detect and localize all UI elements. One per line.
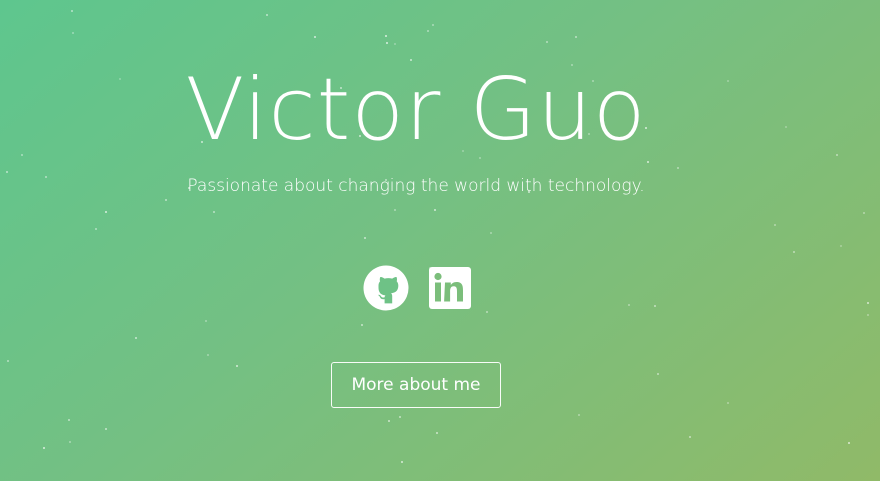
star-dot xyxy=(863,212,865,214)
star-dot xyxy=(657,373,659,375)
star-dot xyxy=(401,461,403,463)
star-dot xyxy=(436,432,438,434)
star-dot xyxy=(432,24,434,26)
star-dot xyxy=(385,35,387,37)
star-dot xyxy=(388,420,390,422)
star-dot xyxy=(727,402,729,404)
tagline: Passionate about changing the world with… xyxy=(187,176,645,196)
star-dot xyxy=(205,320,207,322)
star-dot xyxy=(427,30,429,32)
star-dot xyxy=(486,311,488,313)
star-dot xyxy=(546,41,548,43)
hero-section: Victor Guo Passionate about changing the… xyxy=(0,0,880,481)
star-dot xyxy=(72,32,74,34)
star-dot xyxy=(689,436,691,438)
star-dot xyxy=(236,365,238,367)
star-dot xyxy=(207,354,209,356)
site-title: Victor Guo xyxy=(185,60,647,160)
more-about-me-button[interactable]: More about me xyxy=(331,362,501,408)
star-dot xyxy=(677,167,679,169)
star-dot xyxy=(774,224,776,226)
star-dot xyxy=(314,36,316,38)
star-dot xyxy=(165,199,167,201)
star-dot xyxy=(69,441,71,443)
star-dot xyxy=(213,211,215,213)
star-dot xyxy=(647,161,649,163)
star-dot xyxy=(95,228,97,230)
github-link[interactable] xyxy=(363,265,409,311)
social-links xyxy=(363,265,473,311)
star-dot xyxy=(105,211,107,213)
star-dot xyxy=(43,447,45,449)
star-dot xyxy=(394,209,396,211)
star-dot xyxy=(135,337,137,339)
star-dot xyxy=(578,414,580,416)
star-dot xyxy=(490,232,492,234)
star-dot xyxy=(105,428,107,430)
star-dot xyxy=(628,304,630,306)
linkedin-link[interactable] xyxy=(427,265,473,311)
star-dot xyxy=(848,442,850,444)
star-dot xyxy=(575,36,577,38)
star-dot xyxy=(654,305,656,307)
star-dot xyxy=(6,171,8,173)
github-icon xyxy=(363,265,409,311)
star-dot xyxy=(867,302,869,304)
star-dot xyxy=(361,324,363,326)
star-dot xyxy=(71,10,73,12)
star-dot xyxy=(867,314,869,316)
star-dot xyxy=(364,237,366,239)
star-dot xyxy=(840,245,842,247)
star-dot xyxy=(836,154,838,156)
star-dot xyxy=(7,360,9,362)
star-dot xyxy=(266,14,268,16)
star-dot xyxy=(793,251,795,253)
star-dot xyxy=(386,42,388,44)
star-dot xyxy=(399,416,401,418)
linkedin-icon xyxy=(429,267,471,309)
star-dot xyxy=(68,419,70,421)
star-dot xyxy=(394,43,396,45)
star-dot xyxy=(434,209,436,211)
